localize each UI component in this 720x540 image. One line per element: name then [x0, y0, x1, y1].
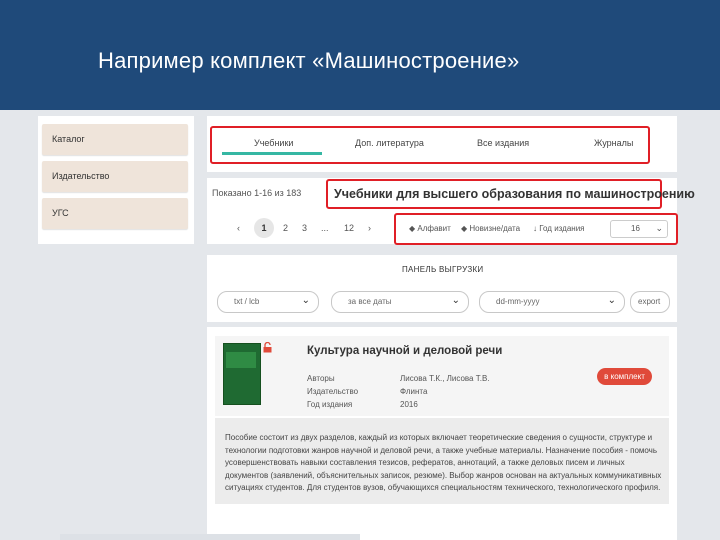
export-range-value: за все даты — [348, 297, 392, 306]
page-current[interactable]: 1 — [254, 218, 274, 238]
export-date-placeholder: dd-mm-yyyy — [496, 297, 540, 306]
book-title[interactable]: Культура научной и деловой речи — [307, 345, 502, 357]
sort-alphabet[interactable]: ◆ Алфавит — [409, 224, 451, 233]
tab-all-editions[interactable]: Все издания — [477, 138, 529, 148]
facet-ugs-label: УГС — [52, 208, 69, 218]
meta-year-value: 2016 — [400, 400, 418, 409]
sort-alphabet-label: Алфавит — [417, 224, 451, 233]
export-button-label: export — [638, 297, 661, 306]
book-description: Пособие состоит из двух разделов, каждый… — [215, 418, 669, 504]
section-title: Учебники для высшего образования по маши… — [334, 187, 695, 201]
unlock-icon — [263, 342, 272, 353]
active-tab-indicator — [222, 152, 322, 155]
page-ellipsis: ... — [321, 223, 329, 233]
page-2[interactable]: 2 — [283, 223, 288, 233]
tab-journals[interactable]: Журналы — [594, 138, 633, 148]
per-page-value: 16 — [631, 224, 640, 233]
sort-newest-label: Новизне/дата — [469, 224, 521, 233]
book-description-text: Пособие состоит из двух разделов, каждый… — [225, 433, 662, 492]
page-next[interactable]: › — [368, 223, 371, 233]
meta-publisher-label: Издательство — [307, 387, 359, 396]
facet-catalog-label: Каталог — [52, 134, 85, 144]
facet-catalog[interactable]: Каталог — [42, 124, 188, 155]
export-button[interactable]: export — [630, 291, 670, 313]
per-page-select[interactable]: 16 ⌄ — [610, 220, 668, 238]
export-range-select[interactable]: за все даты ⌄ — [331, 291, 469, 313]
page-12[interactable]: 12 — [344, 223, 354, 233]
facet-ugs[interactable]: УГС — [42, 198, 188, 229]
facet-publisher-label: Издательство — [52, 171, 110, 181]
facet-publisher[interactable]: Издательство — [42, 161, 188, 192]
chevron-down-icon: ⌄ — [607, 295, 616, 306]
book-cover-label — [226, 352, 256, 368]
slide-title: Например комплект «Машиностроение» — [98, 48, 520, 73]
chevron-down-icon: ⌄ — [301, 295, 310, 306]
page-3[interactable]: 3 — [302, 223, 307, 233]
bottom-strip — [60, 534, 360, 540]
export-panel-title: ПАНЕЛЬ ВЫГРУЗКИ — [402, 265, 484, 274]
meta-publisher-value: Флинта — [400, 387, 428, 396]
meta-authors-value: Лисова Т.К., Лисова Т.В. — [400, 374, 490, 383]
page-prev[interactable]: ‹ — [237, 223, 240, 233]
tab-textbooks[interactable]: Учебники — [254, 138, 293, 148]
add-to-kit-button[interactable]: в комплект — [597, 368, 652, 385]
meta-authors-label: Авторы — [307, 374, 335, 383]
sort-year[interactable]: ↓ Год издания — [533, 224, 585, 233]
meta-year-label: Год издания — [307, 400, 353, 409]
export-format-value: txt / lcb — [234, 297, 260, 306]
chevron-down-icon: ⌄ — [655, 223, 663, 233]
tab-extra-literature[interactable]: Доп. литература — [355, 138, 424, 148]
chevron-down-icon: ⌄ — [451, 295, 460, 306]
export-format-select[interactable]: txt / lcb ⌄ — [217, 291, 319, 313]
sort-year-label: Год издания — [539, 224, 585, 233]
results-count: Показано 1-16 из 183 — [212, 188, 302, 198]
sort-newest[interactable]: ◆ Новизне/дата — [461, 224, 520, 233]
export-date-input[interactable]: dd-mm-yyyy ⌄ — [479, 291, 625, 313]
facet-panel: Каталог Издательство УГС — [38, 116, 194, 244]
